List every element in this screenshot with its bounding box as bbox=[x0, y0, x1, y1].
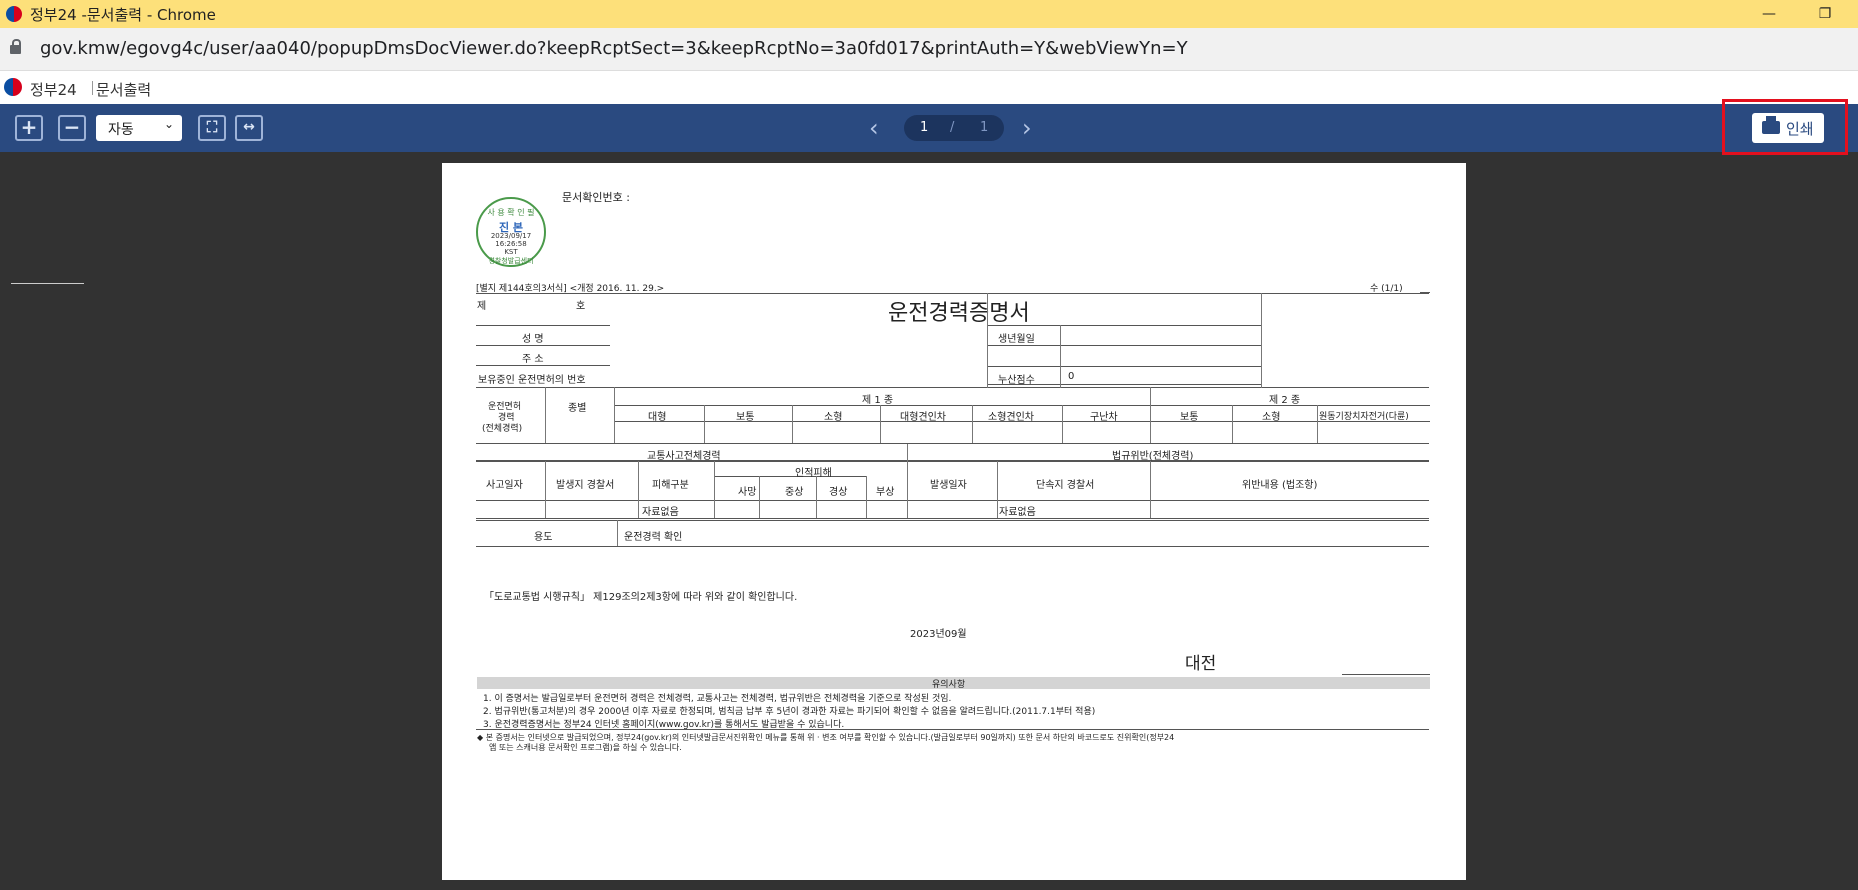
accident-station-label: 발생지 경찰서 bbox=[556, 480, 615, 491]
class1-header: 제 1 종 bbox=[862, 395, 894, 406]
license-number-label: 보유중인 운전면허의 번호 bbox=[478, 375, 586, 386]
violation-station-label: 단속지 경찰서 bbox=[1036, 480, 1095, 491]
lock-icon bbox=[10, 39, 21, 54]
seal-tz: KST bbox=[504, 248, 518, 256]
address-label: 주 소 bbox=[522, 354, 544, 365]
accident-no-data: 자료없음 bbox=[642, 507, 679, 518]
chevron-down-icon: ⌄ bbox=[163, 117, 174, 131]
points-label: 누산점수 bbox=[998, 375, 1035, 386]
site-name: 정부24 bbox=[30, 81, 77, 99]
notice-item-2: 2. 법규위반(통고처분)의 경우 2000년 이후 자료로 한정되며, 범칙금… bbox=[483, 707, 1096, 717]
damage-type-label: 피해구분 bbox=[652, 480, 689, 491]
birth-label: 생년월일 bbox=[998, 334, 1035, 345]
personal-injury-label: 인적피해 bbox=[795, 468, 832, 479]
violation-date-label: 발생일자 bbox=[930, 480, 967, 491]
print-highlight-box bbox=[1722, 99, 1848, 155]
purpose-value: 운전경력 확인 bbox=[624, 532, 683, 543]
current-page-input[interactable]: 1 bbox=[920, 120, 928, 135]
url-text[interactable]: gov.kmw/egovg4c/user/aa040/popupDmsDocVi… bbox=[40, 38, 1188, 59]
class1-item-large-tow: 대형견인차 bbox=[900, 412, 946, 423]
violation-no-data: 자료없음 bbox=[999, 507, 1036, 518]
doc-no-prefix: 제 bbox=[477, 301, 487, 312]
zoom-out-button[interactable]: − bbox=[58, 115, 86, 141]
injury-serious: 중상 bbox=[785, 487, 804, 498]
class1-item-small: 소형 bbox=[824, 412, 843, 423]
violation-history-header: 법규위반(전체경력) bbox=[1112, 451, 1194, 462]
page-title: 문서출력 bbox=[96, 81, 152, 99]
page-indicator: 1 / 1 bbox=[904, 115, 1004, 141]
class1-item-wrecker: 구난차 bbox=[1090, 412, 1118, 423]
license-kind-label: 종별 bbox=[568, 403, 587, 414]
footer-note-line2: 앱 또는 스캐너용 문서확인 프로그램)을 하실 수 있습니다. bbox=[489, 743, 682, 752]
restore-button[interactable]: ❐ bbox=[1802, 2, 1848, 26]
seal-date: 2023/09/17 bbox=[490, 232, 532, 240]
zoom-in-button[interactable]: + bbox=[15, 115, 43, 141]
zoom-select[interactable]: 자동 ⌄ bbox=[96, 115, 182, 141]
prev-page-button[interactable]: ‹ bbox=[869, 114, 879, 142]
zoom-select-value: 자동 bbox=[108, 122, 134, 138]
header-divider bbox=[92, 81, 93, 95]
class2-header: 제 2 종 bbox=[1269, 395, 1301, 406]
viewer-toolbar: + − 자동 ⌄ ⛶ ↔ ‹ 1 / 1 › 인쇄 bbox=[0, 104, 1858, 152]
seal-time: 16:26:58 bbox=[495, 240, 527, 248]
authenticity-seal: 사 용 확 인 필 진 본 2023/09/17 16:26:58 KST 경찰… bbox=[476, 197, 546, 267]
class1-item-large: 대형 bbox=[648, 412, 667, 423]
gov24-logo-icon bbox=[6, 6, 22, 22]
issue-date: 2023년09월 bbox=[910, 629, 967, 640]
violation-content-label: 위반내용 (법조항) bbox=[1242, 480, 1318, 491]
seal-bottom: 경찰청발급센터 bbox=[488, 257, 534, 265]
fit-width-button[interactable]: ↔ bbox=[235, 115, 263, 141]
license-history-label-3: (전체경력) bbox=[482, 424, 523, 434]
injury-minor: 경상 bbox=[829, 487, 848, 498]
next-page-button[interactable]: › bbox=[1022, 114, 1032, 142]
notice-title: 유의사항 bbox=[932, 680, 966, 690]
address-bar[interactable]: gov.kmw/egovg4c/user/aa040/popupDmsDocVi… bbox=[0, 28, 1858, 71]
browser-title-bar: 정부24 -문서출력 - Chrome — ❐ bbox=[0, 0, 1858, 28]
accident-date-label: 사고일자 bbox=[486, 480, 523, 491]
purpose-label: 용도 bbox=[534, 532, 553, 543]
accident-history-header: 교통사고전체경력 bbox=[647, 451, 721, 462]
document-title: 운전경력증명서 bbox=[888, 301, 1030, 326]
gov24-logo-icon bbox=[4, 78, 22, 96]
sidebar-divider bbox=[11, 283, 84, 284]
injury-death: 사망 bbox=[738, 487, 757, 498]
total-pages: 1 bbox=[980, 120, 989, 135]
confirmation-statement: 「도로교통법 시행규칙」 제129조의2제3항에 따라 위와 같이 확인합니다. bbox=[484, 592, 798, 603]
class1-item-normal: 보통 bbox=[736, 412, 755, 423]
confirm-number-label: 문서확인번호 : bbox=[562, 191, 630, 204]
class2-item-small: 소형 bbox=[1262, 412, 1281, 423]
page-separator: / bbox=[950, 120, 955, 135]
seal-top: 사 용 확 인 필 bbox=[487, 208, 535, 217]
fit-page-button[interactable]: ⛶ bbox=[198, 115, 226, 141]
class2-item-moped: 원동기장치자전거(다륜) bbox=[1319, 412, 1409, 422]
injury-slight: 부상 bbox=[876, 487, 895, 498]
document-page: 문서확인번호 : 사 용 확 인 필 진 본 2023/09/17 16:26:… bbox=[442, 163, 1466, 880]
class2-item-normal: 보통 bbox=[1180, 412, 1199, 423]
window-title: 정부24 -문서출력 - Chrome bbox=[30, 6, 216, 24]
notice-item-1: 1. 이 증명서는 발급일로부터 운전면허 경력은 전체경력, 교통사고는 전체… bbox=[483, 694, 952, 704]
minimize-button[interactable]: — bbox=[1746, 2, 1792, 26]
name-label: 성 명 bbox=[522, 334, 544, 345]
site-header: 정부24 문서출력 bbox=[0, 71, 1858, 104]
doc-no-suffix: 호 bbox=[576, 301, 586, 312]
issuer-name: 대전 bbox=[1185, 654, 1217, 674]
points-value: 0 bbox=[1068, 371, 1075, 382]
class1-item-small-tow: 소형견인차 bbox=[988, 412, 1034, 423]
